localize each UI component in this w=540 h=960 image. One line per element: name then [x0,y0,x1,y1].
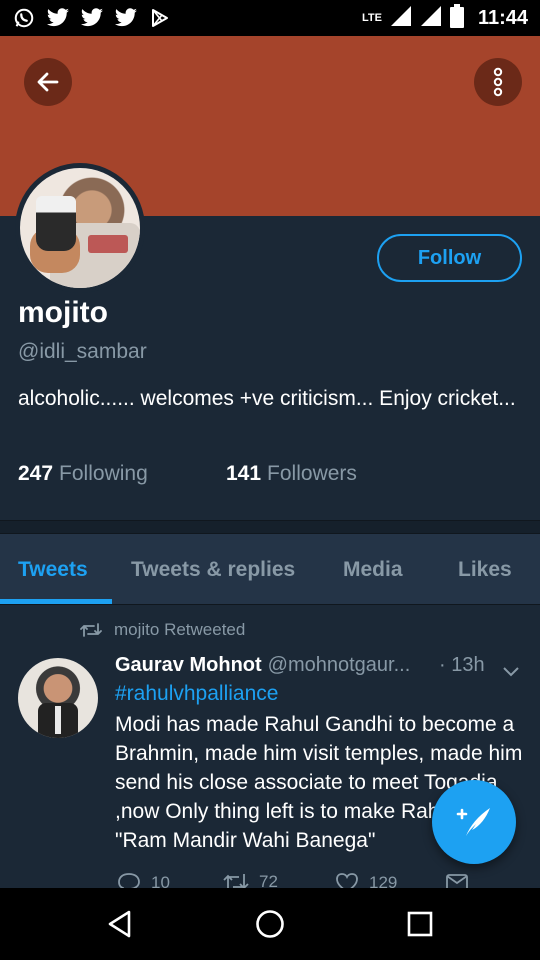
like-button[interactable]: 129 [335,872,397,888]
tweet-author-avatar[interactable] [18,658,98,738]
more-options-button[interactable] [474,58,522,106]
circle-home-icon [256,910,284,938]
profile-handle: @idli_sambar [18,340,147,363]
profile-bio: alcoholic...... welcomes +ve criticism..… [18,387,516,410]
heart-icon [336,873,358,888]
envelope-icon [446,874,468,888]
network-type: LTE [361,11,382,24]
tab-media[interactable]: Media [343,534,403,605]
play-store-icon [148,6,172,30]
tweet-timestamp: · 13h [439,654,485,676]
signal-icon [390,5,412,32]
following-stat[interactable]: 247 Following [18,462,148,486]
profile-tabs: Tweets Tweets & replies Media Likes [0,534,540,605]
nav-recents-button[interactable] [402,906,438,942]
retweet-icon [223,874,249,888]
like-count: 129 [369,873,398,888]
tweet-actions: 10 72 129 [115,868,535,888]
android-nav-bar [0,888,540,960]
tab-tweets-replies[interactable]: Tweets & replies [131,534,295,605]
active-tab-indicator [0,599,112,604]
chevron-down-icon [503,667,519,677]
reply-icon [118,873,140,888]
square-recents-icon [407,911,433,937]
avatar-image [20,168,140,288]
tab-likes[interactable]: Likes [458,534,512,605]
direct-message-button[interactable] [445,872,469,888]
section-divider [0,520,540,534]
tweet-menu-button[interactable] [503,660,519,683]
triangle-back-icon [108,910,131,938]
back-button[interactable] [24,58,72,106]
tweet-header: Gaurav Mohnot @mohnotgaur... · 13h [115,654,525,677]
tab-tweets[interactable]: Tweets [18,534,88,605]
retweet-button[interactable]: 72 [223,872,278,888]
profile-name: mojito [18,296,108,329]
notification-icons [12,6,172,30]
nav-home-button[interactable] [252,906,288,942]
retweet-count: 72 [259,872,278,888]
followers-label: Followers [267,462,357,485]
compose-quill-icon [456,808,490,836]
reply-button[interactable]: 10 [117,872,170,888]
battery-icon [449,3,464,33]
reply-count: 10 [151,873,170,888]
tweet-author-handle[interactable]: @mohnotgaur... [268,654,411,677]
profile-avatar[interactable] [15,163,145,293]
twitter-icon [114,6,138,30]
compose-tweet-button[interactable] [432,780,516,864]
system-status: LTE 11:44 [361,3,528,33]
retweet-icon [80,623,102,637]
tweet-hashtag[interactable]: #rahulvhpalliance [115,682,278,706]
signal-icon [420,5,442,32]
arrow-left-icon [37,72,59,92]
follow-button[interactable]: Follow [377,234,522,282]
clock: 11:44 [477,6,528,29]
tweet-author-name[interactable]: Gaurav Mohnot [115,654,262,677]
nav-back-button[interactable] [102,906,138,942]
twitter-icon [46,6,70,30]
retweet-context: mojito Retweeted [80,620,245,640]
following-count: 247 [18,462,54,485]
twitter-icon [80,6,104,30]
retweet-label: mojito Retweeted [114,620,246,639]
followers-stat[interactable]: 141 Followers [226,462,357,486]
following-label: Following [59,462,148,485]
more-vertical-icon [493,67,503,97]
followers-count: 141 [226,462,262,485]
whatsapp-icon [12,6,36,30]
status-bar: LTE 11:44 [0,0,540,36]
